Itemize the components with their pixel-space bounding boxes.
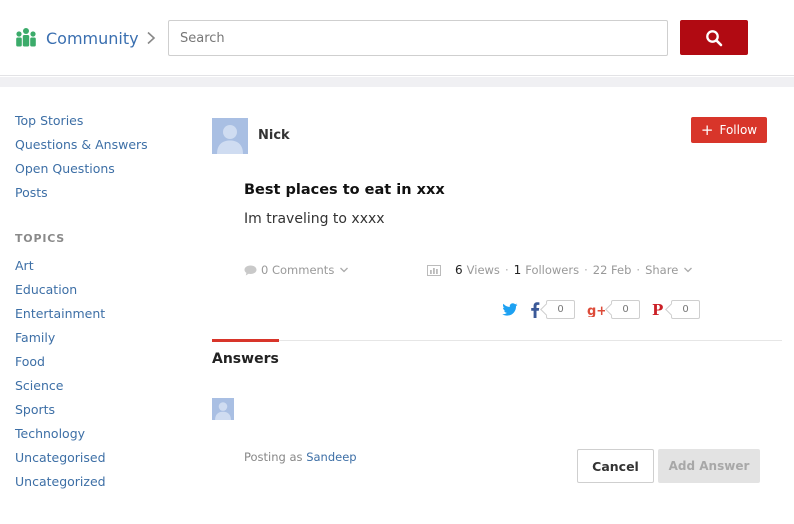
follow-button[interactable]: + Follow [691,117,767,143]
posting-as-prefix: Posting as [244,450,303,464]
topic-item-family[interactable]: Family [15,329,185,353]
sidebar-item-questions-answers[interactable]: Questions & Answers [15,136,185,160]
comments-toggle[interactable]: 0 Comments [244,263,349,277]
pinterest-icon: P [652,302,663,318]
answers-tab-indicator [212,339,279,342]
twitter-icon [502,302,518,316]
googleplus-share-count: 0 [611,300,640,319]
posting-as-text: Posting as Sandeep [244,450,357,464]
comment-bubble-icon [244,265,257,275]
facebook-icon [531,301,540,318]
plus-icon: + [700,120,714,139]
googleplus-share-button[interactable]: g+ 0 [587,300,640,319]
posting-as-user-link[interactable]: Sandeep [306,450,356,464]
google-plus-icon: g+ [587,304,605,317]
answers-heading: Answers [212,351,279,367]
community-people-icon [16,28,36,47]
follow-label: Follow [719,123,758,137]
share-dropdown[interactable]: Share [645,263,693,277]
community-home-link[interactable]: Community [15,27,156,49]
author-avatar[interactable] [212,118,248,154]
chevron-down-icon [684,267,693,273]
header-shadow-band [0,77,794,87]
post-title[interactable]: Best places to eat in xxx [244,182,445,198]
search-button[interactable] [680,20,748,55]
meta-separator: · [584,263,588,277]
chevron-down-icon [340,267,349,273]
share-buttons: 0 g+ 0 P 0 [502,300,712,319]
search-icon [706,29,723,46]
topic-item-education[interactable]: Education [15,281,185,305]
sidebar: Top Stories Questions & Answers Open Que… [15,112,185,497]
topic-item-uncategorized[interactable]: Uncategorized [15,473,185,497]
current-user-avatar [212,398,234,420]
post-stats: 6 Views · 1 Followers · 22 Feb · Share [427,263,693,277]
bar-chart-icon [427,264,441,276]
topics-heading: TOPICS [15,232,66,245]
search-input[interactable] [168,20,668,56]
add-answer-button[interactable]: Add Answer [658,449,760,483]
sidebar-item-top-stories[interactable]: Top Stories [15,112,185,136]
meta-separator: · [636,263,641,277]
topic-item-technology[interactable]: Technology [15,425,185,449]
sidebar-item-open-questions[interactable]: Open Questions [15,160,185,184]
views-label: Views [466,263,500,277]
topic-item-entertainment[interactable]: Entertainment [15,305,185,329]
topic-item-sports[interactable]: Sports [15,401,185,425]
user-placeholder-icon [215,402,231,420]
post-date: 22 Feb [592,263,632,277]
brand-label: Community [46,28,139,48]
topic-item-food[interactable]: Food [15,353,185,377]
comments-label: 0 Comments [261,263,335,277]
facebook-share-button[interactable]: 0 [530,300,575,319]
topic-item-uncategorised[interactable]: Uncategorised [15,449,185,473]
topic-item-science[interactable]: Science [15,377,185,401]
followers-label: Followers [525,263,580,277]
svg-text:P: P [652,302,663,318]
chevron-right-icon [147,31,155,45]
sidebar-item-posts[interactable]: Posts [15,184,185,208]
topic-item-art[interactable]: Art [15,257,185,281]
cancel-button[interactable]: Cancel [577,449,654,483]
answers-divider [212,340,782,341]
top-header: Community [0,0,794,76]
pinterest-share-count: 0 [671,300,700,319]
facebook-share-count: 0 [546,300,575,319]
post-body: Im traveling to xxxx [244,211,385,227]
meta-separator: · [504,263,509,277]
svg-text:g+: g+ [587,304,605,317]
twitter-share-button[interactable] [502,302,518,317]
user-placeholder-icon [217,125,243,154]
views-count: 6 [455,263,463,277]
followers-count: 1 [513,263,522,277]
pinterest-share-button[interactable]: P 0 [652,300,700,319]
author-name[interactable]: Nick [258,128,290,143]
share-label: Share [645,263,679,277]
